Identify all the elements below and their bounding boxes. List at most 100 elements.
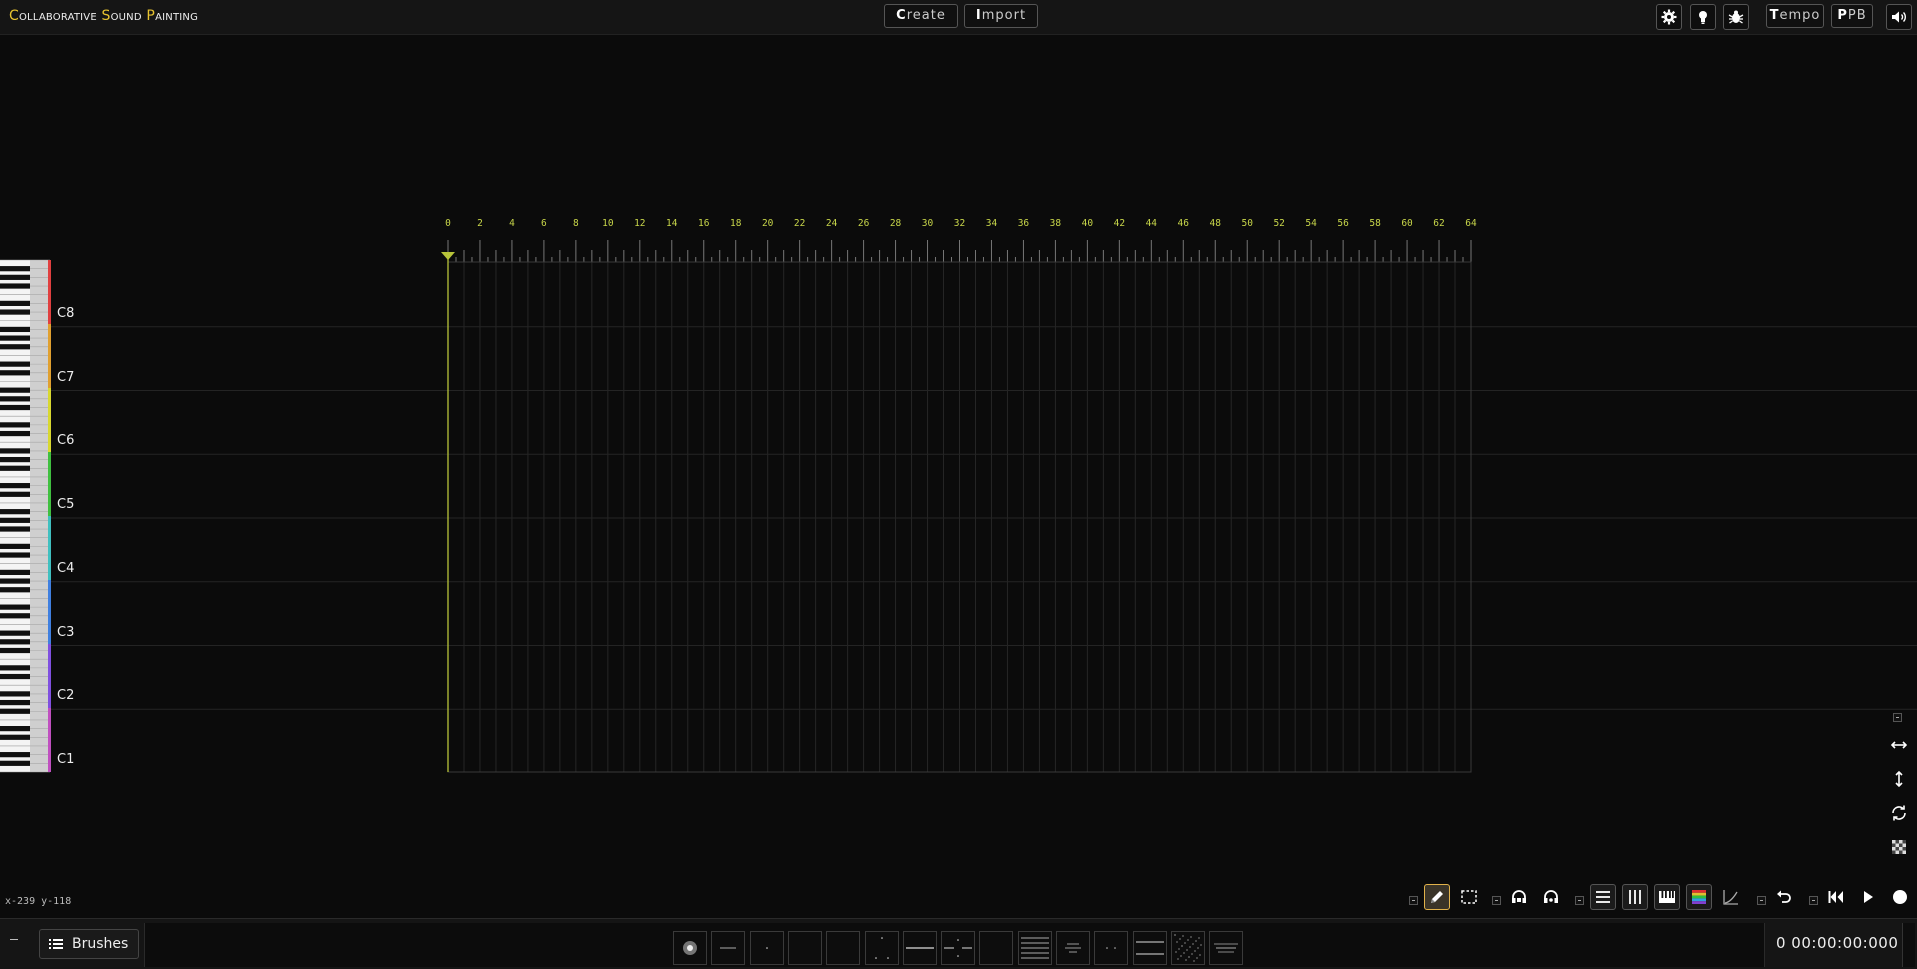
black-key[interactable] xyxy=(0,526,30,532)
black-key[interactable] xyxy=(0,587,30,593)
vertical-grid-button[interactable] xyxy=(1622,884,1648,910)
horizontal-zoom-button[interactable] xyxy=(1888,734,1910,756)
black-key[interactable] xyxy=(0,752,30,758)
black-key[interactable] xyxy=(0,647,30,654)
brush-slot[interactable] xyxy=(711,931,746,965)
select-tool-button[interactable] xyxy=(1456,884,1482,910)
black-key[interactable] xyxy=(0,274,30,280)
brushes-button[interactable]: Brushes xyxy=(39,929,139,959)
black-key[interactable] xyxy=(0,552,30,558)
black-key[interactable] xyxy=(0,404,30,411)
brush-slot[interactable] xyxy=(1056,931,1090,965)
black-key[interactable] xyxy=(0,734,30,740)
brush-slot[interactable] xyxy=(1132,931,1167,965)
vertical-zoom-button[interactable] xyxy=(1888,768,1910,790)
ruler-label: 4 xyxy=(509,218,515,229)
record-icon xyxy=(1893,890,1907,904)
palette-button[interactable] xyxy=(1686,884,1712,910)
octave-color-strip xyxy=(48,260,51,324)
piano-shading xyxy=(30,260,48,772)
ruler-label: 8 xyxy=(573,218,579,229)
black-key[interactable] xyxy=(0,639,30,645)
black-key[interactable] xyxy=(0,509,30,515)
black-key[interactable] xyxy=(0,665,30,671)
black-key[interactable] xyxy=(0,422,30,428)
black-key[interactable] xyxy=(0,456,30,463)
ruler-label: 20 xyxy=(761,218,774,229)
black-key[interactable] xyxy=(0,673,30,680)
black-key[interactable] xyxy=(0,361,30,367)
brush-preview xyxy=(944,939,973,957)
black-key[interactable] xyxy=(0,430,30,437)
play-button[interactable] xyxy=(1855,884,1881,910)
pencil-tool-button[interactable] xyxy=(1424,884,1450,910)
black-key[interactable] xyxy=(0,266,30,272)
black-key[interactable] xyxy=(0,543,30,549)
view-tools-collapse-button[interactable] xyxy=(1575,896,1584,905)
octave-label: C5 xyxy=(57,497,75,512)
black-key[interactable] xyxy=(0,335,30,341)
curve-button[interactable] xyxy=(1718,884,1744,910)
brush-slot[interactable] xyxy=(902,931,937,965)
black-key[interactable] xyxy=(0,326,30,333)
brush-slot[interactable] xyxy=(749,931,784,965)
black-key[interactable] xyxy=(0,283,30,289)
black-key[interactable] xyxy=(0,691,30,697)
history-collapse-button[interactable] xyxy=(1757,896,1766,905)
undo-button[interactable] xyxy=(1771,884,1797,910)
ruler-label: 30 xyxy=(921,218,934,229)
brush-slot[interactable] xyxy=(1209,931,1244,965)
rewind-button[interactable] xyxy=(1823,884,1849,910)
lock-tools-collapse-button[interactable] xyxy=(1492,896,1501,905)
headphones-lock-button[interactable] xyxy=(1506,884,1532,910)
black-key[interactable] xyxy=(0,448,30,454)
brush-slot[interactable] xyxy=(787,931,822,965)
brush-slot[interactable] xyxy=(941,931,976,965)
black-key[interactable] xyxy=(0,344,30,350)
lock-button[interactable] xyxy=(1538,884,1564,910)
black-key[interactable] xyxy=(0,708,30,714)
octave-label: C3 xyxy=(57,624,75,640)
black-key[interactable] xyxy=(0,517,30,523)
black-key[interactable] xyxy=(0,483,30,489)
list-icon xyxy=(49,939,63,949)
black-key[interactable] xyxy=(0,465,30,471)
transparency-button[interactable] xyxy=(1888,836,1910,858)
black-key[interactable] xyxy=(0,760,30,766)
record-button[interactable] xyxy=(1887,884,1913,910)
piano-view-button[interactable] xyxy=(1654,884,1680,910)
sync-button[interactable] xyxy=(1888,802,1910,824)
time-ruler[interactable]: 0 2 4 6 8 10 12 14 16 18 20 22 24 26 28 30 32 34 36 38 40 42 4… xyxy=(0,0,1917,262)
bottom-collapse-button[interactable] xyxy=(8,933,20,945)
brush-slot[interactable] xyxy=(1094,931,1129,965)
transport-collapse-button[interactable] xyxy=(1809,896,1818,905)
side-tools-collapse-button[interactable] xyxy=(1893,713,1902,722)
brush-slot[interactable] xyxy=(1017,931,1052,965)
black-key[interactable] xyxy=(0,370,30,376)
black-key[interactable] xyxy=(0,569,30,576)
black-key[interactable] xyxy=(0,613,30,619)
horizontal-grid-button[interactable] xyxy=(1590,884,1616,910)
black-key[interactable] xyxy=(0,630,30,636)
brush-slot[interactable] xyxy=(864,931,899,965)
scroll-edge[interactable] xyxy=(1902,923,1915,967)
black-key[interactable] xyxy=(0,699,30,706)
ruler-label: 18 xyxy=(729,218,742,229)
brush-slot[interactable] xyxy=(673,931,707,965)
black-key[interactable] xyxy=(0,578,30,584)
black-key[interactable] xyxy=(0,604,30,610)
brush-slot[interactable] xyxy=(826,931,861,965)
ruler-label: 28 xyxy=(889,218,902,229)
ruler-label: 26 xyxy=(857,218,870,229)
ruler-label: 32 xyxy=(953,218,966,229)
black-key[interactable] xyxy=(0,309,30,315)
black-key[interactable] xyxy=(0,491,30,497)
black-key[interactable] xyxy=(0,387,30,393)
black-key[interactable] xyxy=(0,726,30,732)
black-key[interactable] xyxy=(0,396,30,402)
brush-slot[interactable] xyxy=(979,931,1014,965)
black-key[interactable] xyxy=(0,300,30,306)
brush-slot[interactable] xyxy=(1170,931,1205,965)
pencil-icon xyxy=(1431,891,1443,903)
draw-tools-collapse-button[interactable] xyxy=(1409,896,1418,905)
